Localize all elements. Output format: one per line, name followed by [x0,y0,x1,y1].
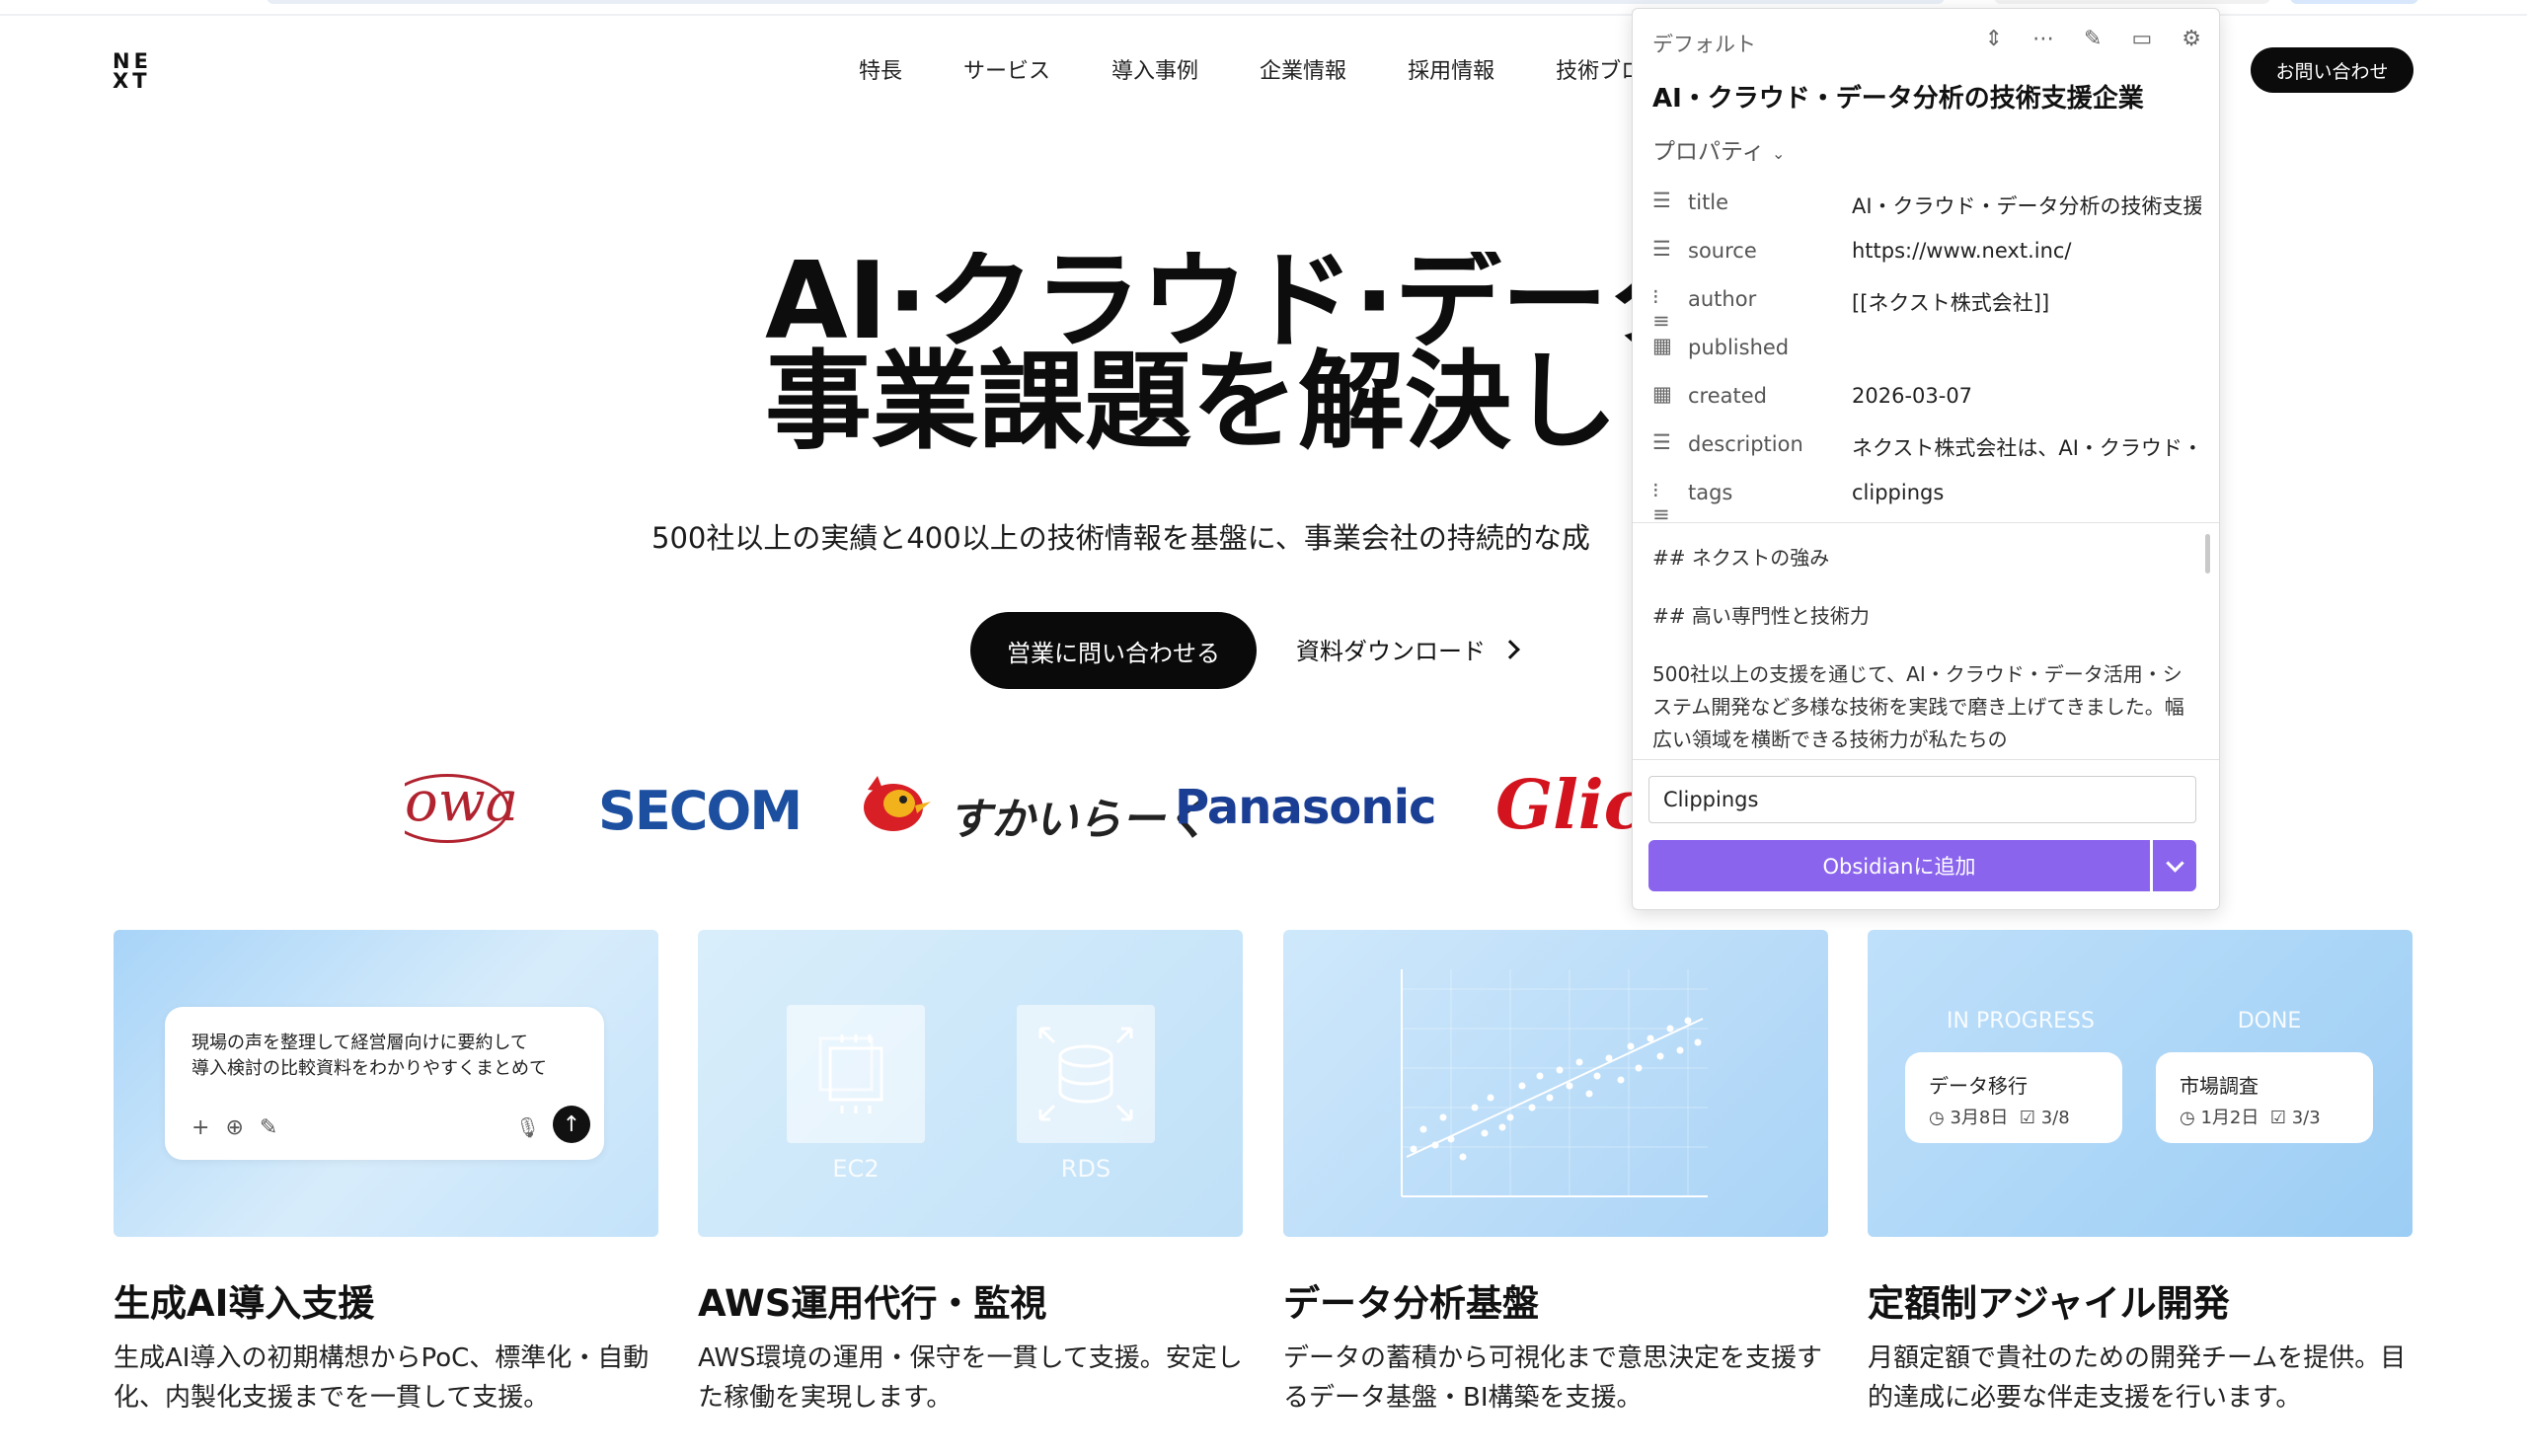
service-title-agile: 定額制アジャイル開発 [1868,1282,2230,1325]
add-to-obsidian-button[interactable]: Obsidianに追加 [1648,840,2150,891]
bird-mascot-icon [864,776,931,831]
service-card-agile[interactable]: IN PROGRESS DONE データ移行 ◷ 3月8日 ☑ 3/8 市場調査… [1868,930,2412,1237]
content-heading-expertise: ## 高い専門性と技術力 [1652,604,1870,628]
toolbar-pill[interactable] [1994,0,2270,4]
site-logo[interactable]: NE XT [113,51,152,92]
property-row-created[interactable]: ▦ created 2026-03-07 [1652,378,2201,418]
sales-contact-button[interactable]: 営業に問い合わせる [970,612,1257,689]
property-row-source[interactable]: ☰ source https://www.next.inc/ [1652,233,2201,272]
note-content-editor[interactable]: ## ネクストの強み ## 高い専門性と技術力 500社以上の支援を通じて、AI… [1652,542,2185,782]
reader-icon[interactable]: ▭ [2131,27,2152,51]
property-row-description[interactable]: ☰ description ネクスト株式会社は、AI・クラウド・ [1652,426,2201,466]
service-card-aws[interactable]: EC2 RDS [698,930,1243,1237]
nav-item-blog[interactable]: 技術ブロ [1556,53,1643,85]
property-row-tags[interactable]: ⁝≡ tags clippings [1652,475,2201,526]
ec2-chip-icon [787,1005,925,1143]
nav-item-services[interactable]: サービス [963,53,1050,85]
nav-item-cases[interactable]: 導入事例 [1111,53,1198,85]
plus-icon: + [191,1115,210,1140]
note-title[interactable]: AI・クラウド・データ分析の技術支援企業 [1652,78,2144,115]
properties-toggle[interactable]: プロパティ ⌄ [1652,132,1785,166]
kanban-done-header: DONE [2237,1009,2302,1034]
chat-tools: + ⊕ ✎ [191,1115,277,1140]
download-link-label: 資料ダウンロード [1296,638,1486,665]
download-link[interactable]: 資料ダウンロード [1296,632,1520,666]
service-desc-data: データの蓄積から可視化まで意思決定を支援するデータ基盤・BI構築を支援。 [1283,1343,1823,1413]
hero-title-line1: AI·クラウド·データ [765,252,1634,363]
folder-input[interactable]: Clippings [1648,776,2196,823]
content-scrollbar[interactable] [2205,534,2210,574]
service-card-data[interactable] [1283,930,1828,1237]
kanban-card-data-migration: データ移行 ◷ 3月8日 ☑ 3/8 [1905,1052,2122,1143]
kanban-in-progress-header: IN PROGRESS [1947,1009,2095,1034]
highlighter-icon[interactable]: ✎ [2084,27,2102,51]
clock-icon: ◷ [1929,1108,1945,1128]
service-title-genai: 生成AI導入支援 [114,1282,375,1325]
client-logo-secom: SECOM [598,780,803,842]
hero-subtitle: 500社以上の実績と400以上の技術情報を基盤に、事業会社の持続的な成 [651,521,1590,555]
telescope-icon: ✎ [259,1115,278,1140]
content-paragraph: 500社以上の支援を通じて、AI・クラウド・データ活用・システム開発など多様な技… [1652,662,2184,751]
checkbox-icon: ☑ [2269,1108,2286,1128]
property-row-author[interactable]: ⁝≡ author [[ネクスト株式会社]] [1652,281,2201,333]
clock-icon: ◷ [2180,1108,2195,1128]
chevron-right-icon [1500,639,1520,659]
scatter-chart-illustration [1401,969,1708,1197]
template-selector[interactable]: デフォルト [1652,29,1756,58]
hero-title: AI·クラウド·データ 事業課題を解決しま [765,252,1634,453]
service-desc-agile: 月額定額で貴社のための開発チームを提供。目的達成に必要な伴走支援を行います。 [1868,1343,2407,1413]
rds-database-icon [1017,1005,1155,1143]
contact-button[interactable]: お問い合わせ [2251,47,2413,93]
microphone-icon: 🎙 [515,1115,541,1139]
text-icon: ☰ [1652,189,1671,212]
service-desc-aws: AWS環境の運用・保守を一貫して支援。安定した稼働を実現します。 [698,1343,1243,1413]
client-logo-glico: Glico [1495,766,1639,845]
chevron-down-icon [2165,853,2184,873]
rds-label: RDS [1060,1155,1111,1183]
toolbar-pill-blue[interactable] [2290,0,2418,4]
nav-item-recruit[interactable]: 採用情報 [1408,53,1494,85]
list-icon: ⁝≡ [1652,479,1670,526]
hero-title-line2: 事業課題を解決しま [765,341,1634,454]
content-heading-strengths: ## ネクストの強み [1652,546,1830,570]
nav-item-features[interactable]: 特長 [859,53,902,85]
property-row-title[interactable]: ☰ title AI・クラウド・データ分析の技術支援 [1652,185,2201,224]
kanban-card-market-research: 市場調査 ◷ 1月2日 ☑ 3/3 [2156,1052,2373,1143]
gear-icon[interactable]: ⚙ [2182,27,2201,51]
text-icon: ☰ [1652,430,1671,454]
add-options-dropdown[interactable] [2153,840,2196,891]
list-icon: ⁝≡ [1652,285,1670,333]
checkbox-icon: ☑ [2019,1108,2035,1128]
chat-prompt-text: 現場の声を整理して経営層向けに要約して 導入検討の比較資料をわかりやすくまとめて [191,1033,547,1079]
client-logo-strip: owa SECOM すかいらーく Panasonic Glico [405,760,1639,859]
service-card-genai[interactable]: 現場の声を整理して経営層向けに要約して 導入検討の比較資料をわかりやすくまとめて… [114,930,658,1237]
panel-toolbar: ⇕ ⋯ ✎ ▭ ⚙ [1985,27,2201,51]
divider [1633,522,2219,523]
service-desc-genai: 生成AI導入の初期構想からPoC、標準化・自動化、内製化支援までを一貫して支援。 [114,1343,650,1413]
ec2-label: EC2 [832,1155,880,1183]
chat-input-box: 現場の声を整理して経営層向けに要約して 導入検討の比較資料をわかりやすくまとめて… [165,1007,604,1160]
service-title-data: データ分析基盤 [1283,1282,1539,1325]
globe-icon: ⊕ [225,1115,244,1140]
more-icon[interactable]: ⋯ [2032,27,2054,51]
property-row-published[interactable]: ▦ published [1652,330,2201,369]
calendar-icon: ▦ [1652,382,1672,406]
clipper-panel: デフォルト ⇕ ⋯ ✎ ▭ ⚙ AI・クラウド・データ分析の技術支援企業 プロパ… [1632,8,2220,910]
chevron-down-icon: ⌄ [1771,144,1786,163]
service-title-aws: AWS運用代行・監視 [698,1282,1047,1325]
address-bar[interactable] [267,0,1945,4]
updown-chevrons-icon[interactable]: ⇕ [1985,27,2003,51]
calendar-icon: ▦ [1652,334,1672,357]
client-logo-owa: owa [405,770,518,843]
main-nav: 特長 サービス 導入事例 企業情報 採用情報 技術ブロ [859,53,1704,85]
nav-item-company[interactable]: 企業情報 [1260,53,1346,85]
divider [1633,759,2219,760]
client-logo-panasonic: Panasonic [1175,780,1436,835]
text-icon: ☰ [1652,237,1671,261]
send-arrow-icon: ↑ [553,1106,590,1143]
